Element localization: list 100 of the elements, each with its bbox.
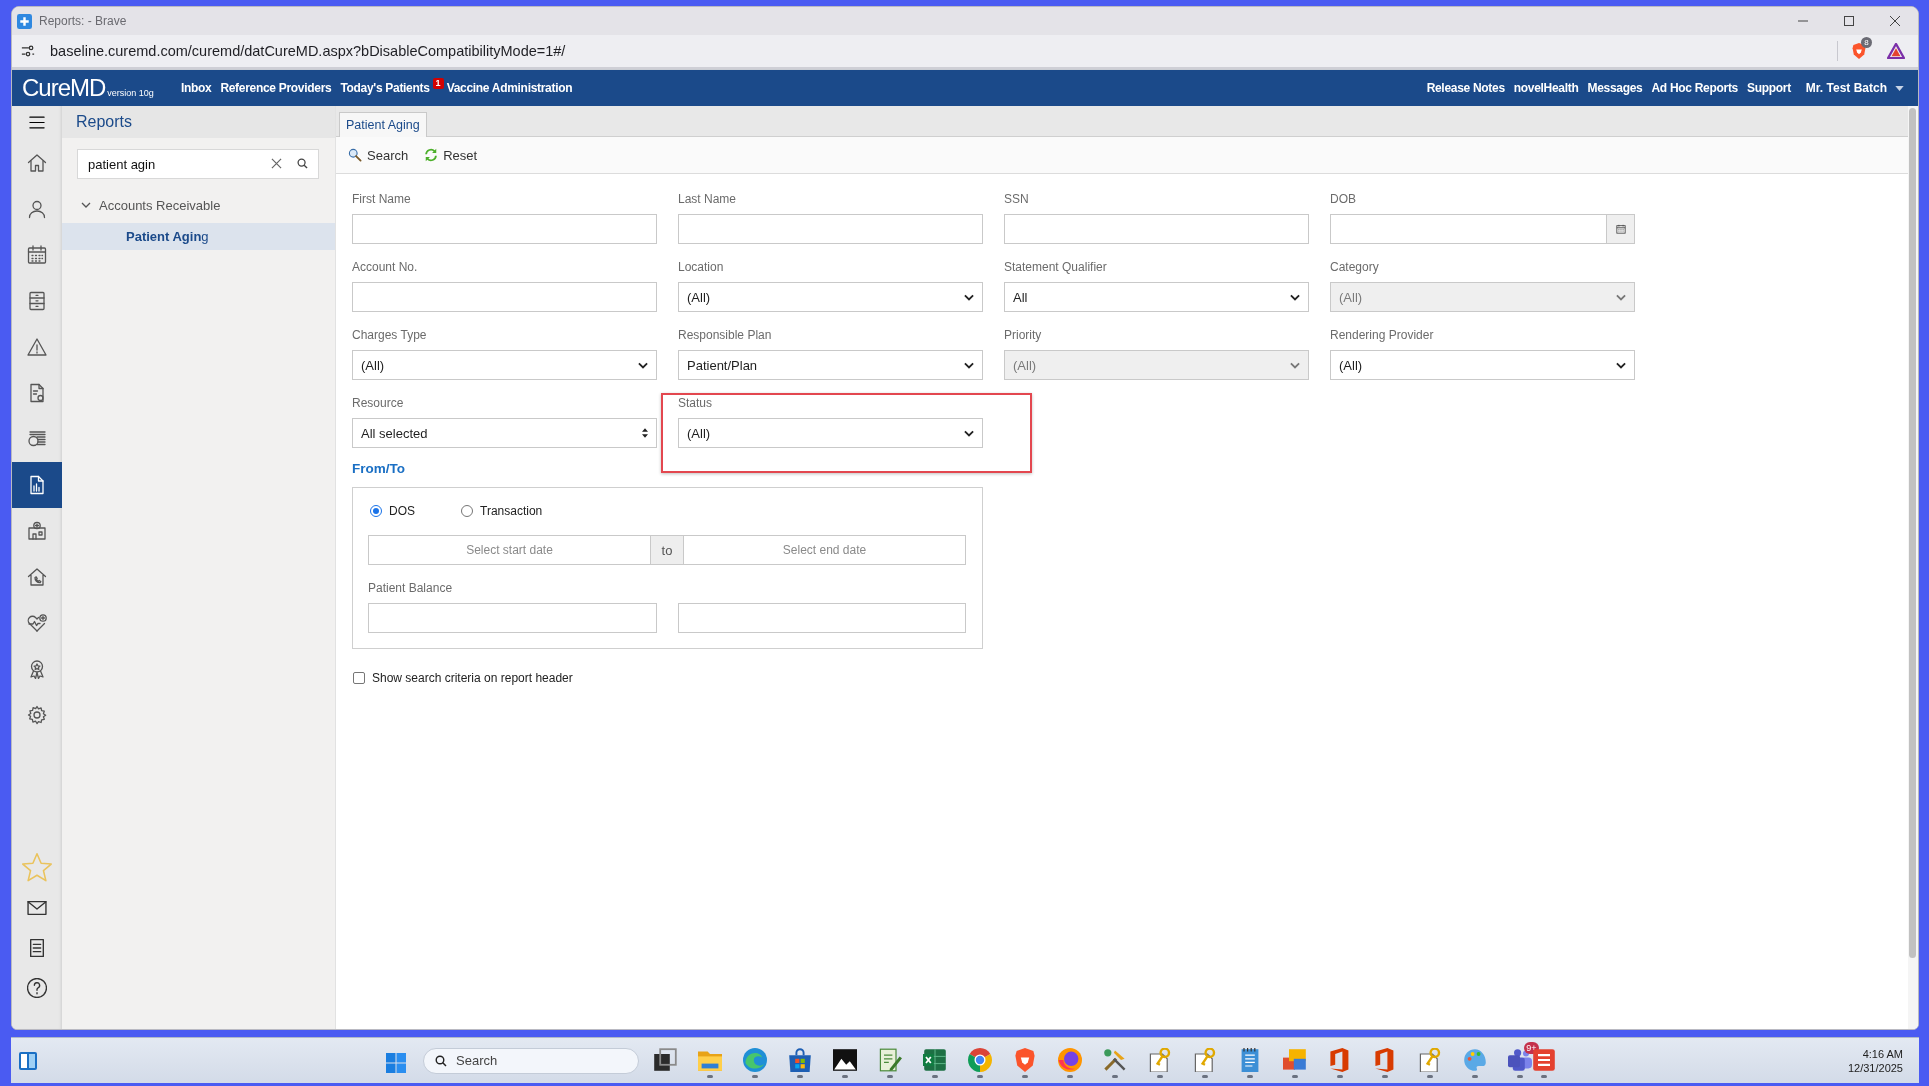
address-field[interactable]: baseline.curemd.com/curemd/datCureMD.aspx?bDisableCompatibilityMode=1#/ (50, 43, 566, 59)
multi-select-dropdown[interactable]: All selected (352, 418, 657, 448)
maximize-icon[interactable] (1844, 16, 1854, 26)
nav-link[interactable]: novelHealth (1513, 81, 1579, 95)
clipboard-icon[interactable] (877, 1048, 902, 1072)
rail-button[interactable] (12, 462, 62, 508)
section-heading: From/To (352, 461, 405, 477)
spreadsheet-icon[interactable] (922, 1048, 947, 1072)
document-key-icon[interactable] (1417, 1048, 1442, 1072)
caret-icon (1290, 361, 1300, 369)
radio-button[interactable] (461, 505, 473, 517)
text-field[interactable] (352, 214, 657, 244)
clock-date: 12/31/2025 (1847, 1060, 1903, 1075)
nav-link[interactable]: Release Notes (1426, 81, 1505, 95)
field-label: Resource (352, 396, 405, 411)
nav-link[interactable]: Support (1746, 81, 1791, 95)
reset-button[interactable]: Reset (424, 147, 478, 163)
field-label: Status (678, 396, 714, 411)
calendar-button[interactable] (1606, 215, 1634, 243)
house-phone-icon (27, 567, 47, 587)
tools-icon[interactable] (1102, 1048, 1127, 1072)
palette-icon[interactable] (1462, 1048, 1487, 1072)
radio-label: Transaction (480, 504, 543, 518)
color-wheel-icon[interactable] (967, 1048, 992, 1072)
scrollbar-thumb[interactable] (1909, 108, 1916, 958)
chevron-icon[interactable] (81, 200, 91, 210)
dropdown[interactable]: (All) (678, 282, 983, 312)
widgets-icon[interactable] (18, 1050, 38, 1071)
caret-icon (1616, 361, 1626, 369)
nav-link[interactable]: Vaccine Administration (446, 81, 573, 95)
four-squares-icon[interactable] (383, 1051, 408, 1075)
nav-link[interactable]: Reference Providers (220, 81, 332, 95)
field-label: Priority (1004, 328, 1043, 343)
date-field[interactable]: Select end date (683, 535, 966, 565)
help-icon[interactable] (27, 978, 47, 998)
settings-icon (27, 705, 47, 725)
clear-icon[interactable] (271, 158, 282, 169)
search-icon (348, 148, 362, 162)
dropdown[interactable]: All (1004, 282, 1309, 312)
field-label: Statement Qualifier (1004, 260, 1108, 275)
text-field[interactable] (352, 282, 657, 312)
sliders-icon[interactable] (21, 44, 35, 58)
radio-label: DOS (389, 504, 415, 518)
dropdown[interactable]: (All) (352, 350, 657, 380)
caret-icon (964, 361, 974, 369)
dropdown[interactable]: Patient/Plan (678, 350, 983, 380)
checkbox-label: Show search criteria on report header (372, 671, 573, 685)
window-title: Reports: - Brave (39, 14, 127, 28)
list-icon[interactable] (27, 938, 47, 958)
nav-link[interactable]: Today's Patients (340, 81, 430, 95)
globe-icon[interactable] (1057, 1048, 1082, 1072)
date-field[interactable] (1330, 214, 1635, 244)
text-field[interactable] (1004, 214, 1309, 244)
count-badge: 8 (1861, 37, 1872, 48)
nav-link[interactable]: Inbox (180, 81, 212, 95)
search-icon[interactable] (297, 158, 308, 169)
taskbar-search-input[interactable]: Search (423, 1047, 639, 1074)
report-search-input[interactable]: patient agin (77, 149, 319, 179)
field-label: Rendering Provider (1330, 328, 1435, 343)
shield-icon[interactable] (1012, 1048, 1037, 1072)
text-field[interactable] (368, 603, 657, 633)
coin-stack-icon (27, 429, 47, 449)
panel-title: Reports (76, 113, 133, 131)
tree-item[interactable]: Accounts Receivable (99, 197, 221, 213)
search-button[interactable]: Search (348, 147, 409, 163)
home-icon (27, 153, 47, 173)
text-field[interactable] (678, 214, 983, 244)
field-label: Patient Balance (368, 581, 453, 596)
squares-icon[interactable] (652, 1048, 677, 1072)
radio-button[interactable] (370, 505, 382, 517)
clock-time: 4:16 AM (1862, 1046, 1903, 1061)
picture-icon[interactable] (832, 1048, 857, 1072)
menu-icon[interactable] (29, 115, 45, 129)
tab[interactable]: Patient Aging (339, 112, 427, 137)
user-menu[interactable]: Mr. Test Batch (1805, 81, 1904, 95)
caret-icon (1290, 293, 1300, 301)
mail-icon[interactable] (27, 898, 47, 918)
date-field[interactable]: Select start date (368, 535, 651, 565)
dropdown[interactable]: (All) (678, 418, 983, 448)
lion-shield-icon[interactable] (1851, 42, 1867, 60)
triangle-icon[interactable] (1887, 43, 1905, 59)
calendar-icon (27, 245, 47, 265)
field-label: DOB (1330, 192, 1357, 207)
field-label: Charges Type (352, 328, 428, 343)
star-icon[interactable] (22, 853, 52, 883)
tree-item[interactable]: Patient Aging (62, 223, 335, 250)
bag-icon[interactable] (787, 1048, 812, 1072)
checkbox[interactable] (353, 672, 365, 684)
dropdown[interactable]: (All) (1330, 350, 1635, 380)
text-field[interactable] (678, 603, 966, 633)
swirl-icon[interactable] (742, 1048, 767, 1072)
nav-link[interactable]: Ad Hoc Reports (1651, 81, 1738, 95)
caret-icon (964, 293, 974, 301)
document-key-icon[interactable] (1147, 1048, 1172, 1072)
scrollbar[interactable] (1908, 106, 1918, 1029)
close-icon[interactable] (1890, 16, 1900, 26)
document-key-icon[interactable] (1192, 1048, 1217, 1072)
range-separator: to (651, 535, 683, 565)
tiles-icon[interactable] (1282, 1048, 1307, 1072)
nav-link[interactable]: Messages (1587, 81, 1643, 95)
